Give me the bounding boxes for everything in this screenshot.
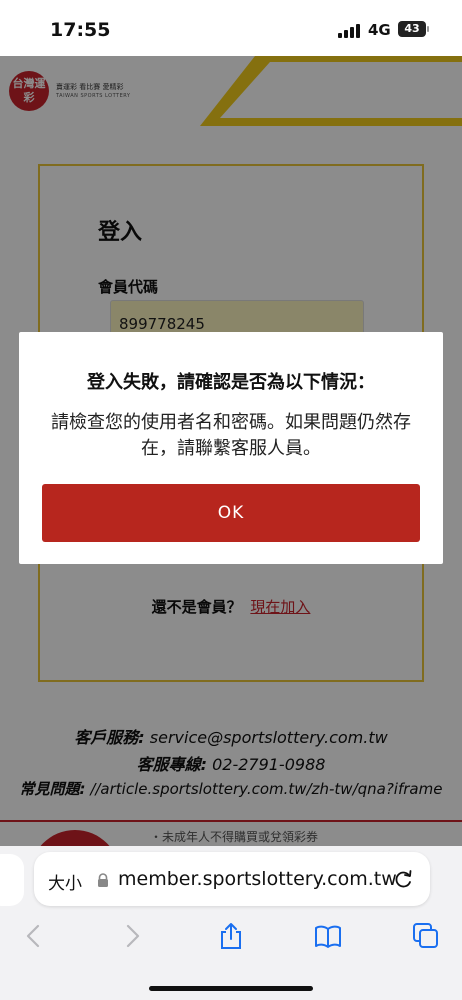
forward-icon[interactable] (118, 922, 146, 950)
status-time: 17:55 (50, 19, 111, 41)
back-icon[interactable] (20, 922, 48, 950)
dialog-message: 請檢查您的使用者名和密碼。如果問題仍然存在，請聯繫客服人員。 (51, 412, 411, 459)
battery-cap (427, 26, 429, 32)
tabs-icon[interactable] (412, 922, 440, 950)
ok-button[interactable]: OK (42, 484, 420, 542)
share-icon[interactable] (217, 922, 245, 950)
address-bar[interactable]: 大小 member.sportslottery.com.tw (34, 852, 430, 906)
lock-icon (98, 873, 108, 887)
browser-chrome: 大小 member.sportslottery.com.tw (0, 846, 462, 1000)
login-failed-dialog: 登入失敗，請確認是否為以下情況： 請檢查您的使用者名和密碼。如果問題仍然存在，請… (19, 332, 443, 564)
text-size-button[interactable]: 大小 (48, 869, 82, 894)
reload-icon[interactable] (394, 868, 414, 890)
status-bar: 17:55 4G 43 (0, 0, 462, 56)
signal-icon (338, 24, 362, 38)
home-indicator (149, 986, 313, 991)
url-text[interactable]: member.sportslottery.com.tw (118, 868, 397, 890)
dialog-title: 登入失敗，請確認是否為以下情況： (87, 372, 375, 393)
battery-icon: 43 (398, 21, 426, 37)
bookmarks-icon[interactable] (314, 922, 342, 950)
network-type: 4G (368, 21, 391, 39)
previous-tab-preview[interactable] (0, 854, 24, 906)
